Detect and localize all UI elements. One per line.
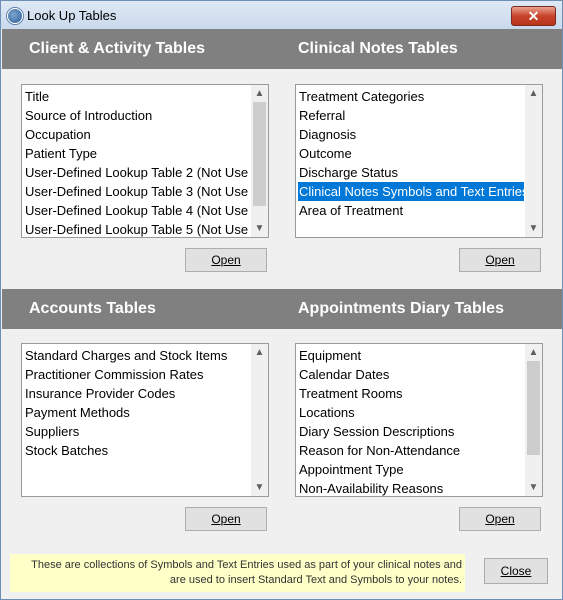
appointments-open-label: Open bbox=[485, 512, 515, 526]
accounts-items: Standard Charges and Stock Items Practit… bbox=[24, 346, 250, 460]
scroll-down-arrow-icon[interactable]: ▼ bbox=[251, 220, 268, 237]
list-item[interactable]: User-Defined Lookup Table 4 (Not Use bbox=[24, 201, 250, 220]
close-button[interactable]: Close bbox=[484, 558, 548, 584]
client-open-button[interactable]: Open bbox=[185, 248, 267, 272]
clinical-notes-header: Clinical Notes Tables bbox=[298, 40, 458, 57]
close-button-label: Close bbox=[500, 564, 532, 578]
list-item[interactable]: Referral bbox=[298, 106, 524, 125]
accounts-scrollbar[interactable]: ▲ ▼ bbox=[251, 344, 268, 496]
appointments-scrollbar[interactable]: ▲ ▼ bbox=[525, 344, 542, 496]
list-item[interactable]: Diagnosis bbox=[298, 125, 524, 144]
appointments-items: Equipment Calendar Dates Treatment Rooms… bbox=[298, 346, 524, 496]
appointments-diary-list[interactable]: Equipment Calendar Dates Treatment Rooms… bbox=[295, 343, 543, 497]
footer-area: These are collections of Symbols and Tex… bbox=[2, 546, 562, 599]
list-item[interactable]: Outcome bbox=[298, 144, 524, 163]
scrollbar-thumb[interactable] bbox=[527, 361, 540, 455]
scroll-up-arrow-icon[interactable]: ▲ bbox=[525, 85, 542, 102]
accounts-header: Accounts Tables bbox=[29, 300, 156, 317]
app-icon bbox=[7, 8, 23, 24]
client-open-label: Open bbox=[211, 253, 241, 267]
appointments-open-button[interactable]: Open bbox=[459, 507, 541, 531]
clinical-open-button[interactable]: Open bbox=[459, 248, 541, 272]
client-activity-scrollbar[interactable]: ▲ ▼ bbox=[251, 85, 268, 237]
list-item[interactable]: Source of Introduction bbox=[24, 106, 250, 125]
list-item[interactable]: Patient Type bbox=[24, 144, 250, 163]
list-item[interactable]: Area of Treatment bbox=[298, 201, 524, 220]
accounts-list[interactable]: Standard Charges and Stock Items Practit… bbox=[21, 343, 269, 497]
list-item[interactable]: Occupation bbox=[24, 125, 250, 144]
list-item[interactable]: User-Defined Lookup Table 2 (Not Use bbox=[24, 163, 250, 182]
title-bar[interactable]: Look Up Tables ✕ bbox=[1, 1, 562, 29]
list-item[interactable]: Locations bbox=[298, 403, 524, 422]
list-item[interactable]: Diary Session Descriptions bbox=[298, 422, 524, 441]
scroll-down-arrow-icon[interactable]: ▼ bbox=[525, 479, 542, 496]
list-item[interactable]: User-Defined Lookup Table 3 (Not Use bbox=[24, 182, 250, 201]
accounts-open-label: Open bbox=[211, 512, 241, 526]
info-panel: These are collections of Symbols and Tex… bbox=[10, 554, 465, 592]
scrollbar-thumb[interactable] bbox=[253, 102, 266, 206]
list-item[interactable]: Non-Availability Reasons bbox=[298, 479, 524, 496]
client-activity-items: Title Source of Introduction Occupation … bbox=[24, 87, 250, 237]
list-item[interactable]: Stock Batches bbox=[24, 441, 250, 460]
top-header-band: Client & Activity Tables Clinical Notes … bbox=[2, 29, 562, 69]
list-item[interactable]: Appointment Type bbox=[298, 460, 524, 479]
info-text-line-1: These are collections of Symbols and Tex… bbox=[31, 559, 462, 571]
window-title: Look Up Tables bbox=[27, 8, 117, 23]
scroll-up-arrow-icon[interactable]: ▲ bbox=[251, 85, 268, 102]
list-item[interactable]: Treatment Rooms bbox=[298, 384, 524, 403]
list-item[interactable]: Treatment Categories bbox=[298, 87, 524, 106]
list-item[interactable]: Discharge Status bbox=[298, 163, 524, 182]
list-item[interactable]: Equipment bbox=[298, 346, 524, 365]
clinical-notes-scrollbar[interactable]: ▲ ▼ bbox=[525, 85, 542, 237]
scroll-down-arrow-icon[interactable]: ▼ bbox=[251, 479, 268, 496]
bottom-header-band: Accounts Tables Appointments Diary Table… bbox=[2, 289, 562, 329]
list-item[interactable]: Practitioner Commission Rates bbox=[24, 365, 250, 384]
clinical-notes-list[interactable]: Treatment Categories Referral Diagnosis … bbox=[295, 84, 543, 238]
list-item[interactable]: Title bbox=[24, 87, 250, 106]
list-item[interactable]: Calendar Dates bbox=[298, 365, 524, 384]
scroll-up-arrow-icon[interactable]: ▲ bbox=[251, 344, 268, 361]
clinical-open-label: Open bbox=[485, 253, 515, 267]
window-close-button[interactable]: ✕ bbox=[511, 6, 556, 26]
scroll-up-arrow-icon[interactable]: ▲ bbox=[525, 344, 542, 361]
list-item[interactable]: Suppliers bbox=[24, 422, 250, 441]
list-item[interactable]: User-Defined Lookup Table 5 (Not Use bbox=[24, 220, 250, 237]
list-item[interactable]: Standard Charges and Stock Items bbox=[24, 346, 250, 365]
info-text-line-2: are used to insert Standard Text and Sym… bbox=[169, 574, 462, 586]
appointments-diary-header: Appointments Diary Tables bbox=[298, 300, 504, 317]
list-item[interactable]: Reason for Non-Attendance bbox=[298, 441, 524, 460]
list-item[interactable]: Payment Methods bbox=[24, 403, 250, 422]
list-item[interactable]: Insurance Provider Codes bbox=[24, 384, 250, 403]
scroll-down-arrow-icon[interactable]: ▼ bbox=[525, 220, 542, 237]
list-item-selected[interactable]: Clinical Notes Symbols and Text Entries bbox=[298, 182, 524, 201]
accounts-open-button[interactable]: Open bbox=[185, 507, 267, 531]
client-activity-list[interactable]: Title Source of Introduction Occupation … bbox=[21, 84, 269, 238]
clinical-notes-items: Treatment Categories Referral Diagnosis … bbox=[298, 87, 524, 220]
client-activity-header: Client & Activity Tables bbox=[29, 40, 206, 57]
lookup-tables-window: Look Up Tables ✕ Client & Activity Table… bbox=[0, 0, 563, 600]
